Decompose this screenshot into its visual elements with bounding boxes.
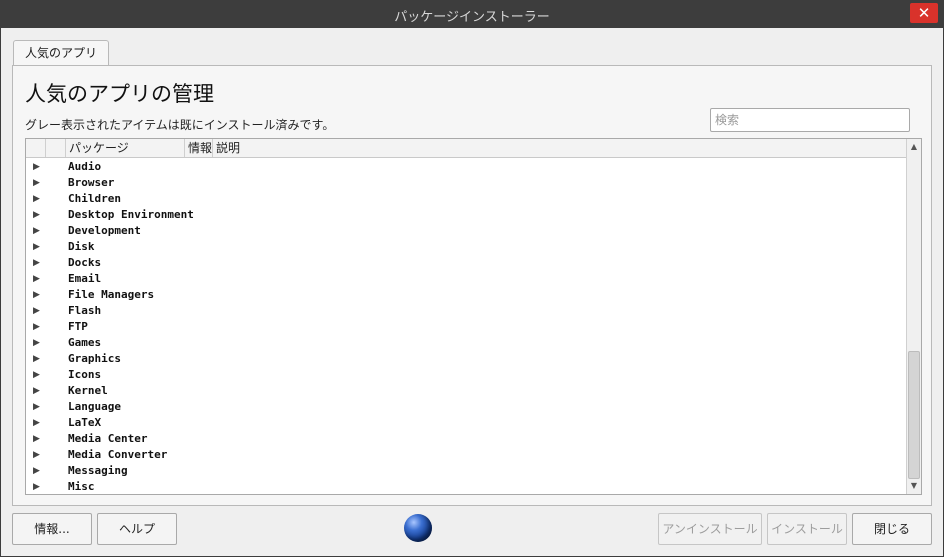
tree-row[interactable]: ▶ Children bbox=[26, 191, 907, 207]
tree-row[interactable]: ▶ Browser bbox=[26, 175, 907, 191]
expand-arrow-icon[interactable]: ▶ bbox=[33, 335, 40, 351]
tree-row-label: Audio bbox=[68, 160, 102, 173]
window-body: 人気のアプリ 人気のアプリの管理 グレー表示されたアイテムは既にインストール済み… bbox=[1, 28, 943, 556]
tree-row-label: Development bbox=[68, 224, 141, 237]
help-button[interactable]: ヘルプ bbox=[97, 513, 177, 545]
tree-row[interactable]: ▶ Language bbox=[26, 399, 907, 415]
tree-row[interactable]: ▶ FTP bbox=[26, 319, 907, 335]
tree-row[interactable]: ▶ Icons bbox=[26, 367, 907, 383]
expand-arrow-icon[interactable]: ▶ bbox=[33, 207, 40, 223]
expand-arrow-icon[interactable]: ▶ bbox=[33, 415, 40, 431]
vertical-scrollbar[interactable]: ▲ ▼ bbox=[906, 139, 921, 494]
title-bar: パッケージインストーラー ✕ bbox=[0, 0, 944, 28]
tree-row-label: Language bbox=[68, 400, 121, 413]
close-window-button[interactable]: ✕ bbox=[910, 3, 938, 23]
tree-row[interactable]: ▶ Misc bbox=[26, 479, 907, 494]
column-header-package[interactable]: パッケージ bbox=[66, 139, 185, 157]
page-description: グレー表示されたアイテムは既にインストール済みです。 bbox=[25, 118, 335, 132]
page-title: 人気のアプリの管理 bbox=[25, 82, 214, 106]
install-button[interactable]: インストール bbox=[767, 513, 847, 545]
tree-row-label: Children bbox=[68, 192, 121, 205]
expand-arrow-icon[interactable]: ▶ bbox=[33, 191, 40, 207]
tree-row-label: FTP bbox=[68, 320, 88, 333]
info-button[interactable]: 情報... bbox=[12, 513, 92, 545]
expand-arrow-icon[interactable]: ▶ bbox=[33, 319, 40, 335]
tree-row-label: Docks bbox=[68, 256, 102, 269]
expand-arrow-icon[interactable]: ▶ bbox=[33, 159, 40, 175]
tree-row-label: File Managers bbox=[68, 288, 155, 301]
expand-arrow-icon[interactable]: ▶ bbox=[33, 303, 40, 319]
window-title: パッケージインストーラー bbox=[394, 10, 550, 25]
tree-row[interactable]: ▶ Games bbox=[26, 335, 907, 351]
tree-row[interactable]: ▶ Flash bbox=[26, 303, 907, 319]
tree-row[interactable]: ▶ Kernel bbox=[26, 383, 907, 399]
column-header-info[interactable]: 情報 bbox=[185, 139, 213, 157]
scrollbar-thumb[interactable] bbox=[908, 351, 920, 479]
tree-row[interactable]: ▶ LaTeX bbox=[26, 415, 907, 431]
tree-row-label: Graphics bbox=[68, 352, 121, 365]
globe-icon bbox=[404, 514, 432, 542]
expand-arrow-icon[interactable]: ▶ bbox=[33, 287, 40, 303]
package-tree[interactable]: パッケージ 情報 説明 ▶ Audio ▶ Browser ▶ Children ▶ Desk… bbox=[25, 138, 922, 495]
expand-arrow-icon[interactable]: ▶ bbox=[33, 479, 40, 494]
uninstall-button[interactable]: アンインストール bbox=[658, 513, 762, 545]
column-header-description[interactable]: 説明 bbox=[213, 139, 907, 157]
close-button[interactable]: 閉じる bbox=[852, 513, 932, 545]
expand-arrow-icon[interactable]: ▶ bbox=[33, 239, 40, 255]
tab-popular-apps[interactable]: 人気のアプリ bbox=[13, 40, 109, 66]
tree-row[interactable]: ▶ Audio bbox=[26, 159, 907, 175]
tree-row[interactable]: ▶ Media Converter bbox=[26, 447, 907, 463]
scroll-down-icon[interactable]: ▼ bbox=[907, 479, 921, 493]
tree-row[interactable]: ▶ Media Center bbox=[26, 431, 907, 447]
tree-row-label: Kernel bbox=[68, 384, 108, 397]
expand-arrow-icon[interactable]: ▶ bbox=[33, 399, 40, 415]
expand-arrow-icon[interactable]: ▶ bbox=[33, 447, 40, 463]
tree-row-label: Desktop Environment bbox=[68, 208, 194, 221]
tree-row-label: Disk bbox=[68, 240, 95, 253]
expand-arrow-icon[interactable]: ▶ bbox=[33, 175, 40, 191]
tree-rows: ▶ Audio ▶ Browser ▶ Children ▶ Desktop Environm… bbox=[26, 159, 907, 494]
expand-arrow-icon[interactable]: ▶ bbox=[33, 431, 40, 447]
tree-row-label: Media Converter bbox=[68, 448, 168, 461]
tree-row[interactable]: ▶ Development bbox=[26, 223, 907, 239]
tree-row[interactable]: ▶ Docks bbox=[26, 255, 907, 271]
tree-row-label: Media Center bbox=[68, 432, 148, 445]
tree-row[interactable]: ▶ Graphics bbox=[26, 351, 907, 367]
scroll-up-icon[interactable]: ▲ bbox=[907, 140, 921, 154]
tree-row[interactable]: ▶ Email bbox=[26, 271, 907, 287]
expand-arrow-icon[interactable]: ▶ bbox=[33, 463, 40, 479]
expand-arrow-icon[interactable]: ▶ bbox=[33, 351, 40, 367]
tree-row[interactable]: ▶ Desktop Environment bbox=[26, 207, 907, 223]
tree-row-label: Email bbox=[68, 272, 102, 285]
close-icon: ✕ bbox=[917, 4, 931, 22]
header-expander-column bbox=[26, 139, 46, 157]
expand-arrow-icon[interactable]: ▶ bbox=[33, 383, 40, 399]
tree-row[interactable]: ▶ Messaging bbox=[26, 463, 907, 479]
tree-row-label: Flash bbox=[68, 304, 102, 317]
tree-row[interactable]: ▶ File Managers bbox=[26, 287, 907, 303]
tree-row-label: Misc bbox=[68, 480, 95, 493]
expand-arrow-icon[interactable]: ▶ bbox=[33, 271, 40, 287]
expand-arrow-icon[interactable]: ▶ bbox=[33, 223, 40, 239]
expand-arrow-icon[interactable]: ▶ bbox=[33, 255, 40, 271]
tree-row-label: Messaging bbox=[68, 464, 128, 477]
tree-header: パッケージ 情報 説明 bbox=[26, 139, 907, 158]
search-input[interactable] bbox=[710, 108, 910, 132]
tree-row-label: LaTeX bbox=[68, 416, 102, 429]
tree-row-label: Games bbox=[68, 336, 102, 349]
tree-row-label: Browser bbox=[68, 176, 115, 189]
tree-row[interactable]: ▶ Disk bbox=[26, 239, 907, 255]
expand-arrow-icon[interactable]: ▶ bbox=[33, 367, 40, 383]
tab-panel: 人気のアプリの管理 グレー表示されたアイテムは既にインストール済みです。 パッケ… bbox=[12, 65, 932, 506]
header-check-column bbox=[46, 139, 66, 157]
tree-row-label: Icons bbox=[68, 368, 102, 381]
